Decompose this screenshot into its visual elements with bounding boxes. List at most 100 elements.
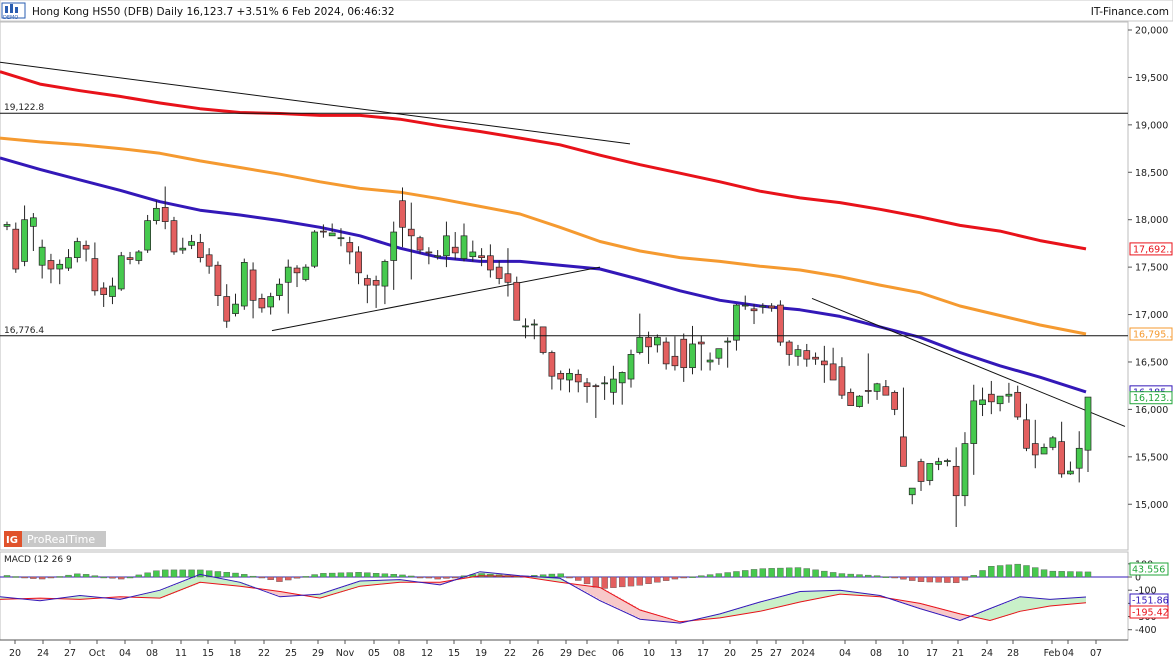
date-tick-label: 22 <box>504 648 516 659</box>
candle-body <box>443 235 450 257</box>
candle-body <box>1005 393 1013 397</box>
candle-body <box>21 219 28 262</box>
macd-cloud-slice <box>1080 597 1083 604</box>
macd-histogram-bar <box>30 576 37 579</box>
macd-cloud-slice <box>147 593 150 598</box>
candle-body <box>768 305 775 309</box>
macd-histogram-bar <box>320 573 327 578</box>
candle-body <box>47 260 55 270</box>
macd-histogram-bar <box>372 573 380 578</box>
macd-histogram-bar <box>548 573 556 578</box>
candle-body <box>750 308 758 312</box>
candle-body <box>926 463 934 481</box>
candle-body <box>56 263 64 270</box>
macd-histogram-bar <box>759 568 767 578</box>
date-tick-label: 07 <box>1090 648 1102 659</box>
macd-histogram-bar <box>944 576 951 583</box>
candle-body <box>777 304 784 343</box>
price-chart: DEMO Hong Kong HS50 (DFB) Daily 16,123.7… <box>0 0 1173 660</box>
date-tick-label: 15 <box>448 648 460 659</box>
date-tick-label: 05 <box>368 648 380 659</box>
macd-histogram-bar <box>276 576 283 582</box>
macd-cloud-slice <box>789 594 792 605</box>
candle-body <box>873 383 881 392</box>
macd-histogram-bar <box>408 575 415 578</box>
candle-body <box>320 230 327 233</box>
macd-histogram-bar <box>566 576 573 579</box>
date-tick-label: 27 <box>64 648 76 659</box>
date-tick-label: 04 <box>1062 648 1074 659</box>
candle-body <box>917 461 925 482</box>
macd-cloud-slice <box>1005 602 1008 616</box>
price-tick-label: 18,000 <box>1135 215 1168 226</box>
date-tick-label: 17 <box>697 648 709 659</box>
macd-histogram-bar <box>821 570 828 578</box>
macd-cloud-slice <box>1077 597 1080 604</box>
macd-cloud-slice <box>762 601 765 611</box>
candle-body <box>759 305 767 308</box>
macd-cloud-slice <box>798 592 801 603</box>
price-tick-label: 17,000 <box>1135 310 1168 321</box>
macd-histogram-bar <box>750 569 758 578</box>
candle-body <box>267 296 275 308</box>
macd-cloud-slice <box>792 593 795 604</box>
price-tick-label: 20,000 <box>1135 26 1168 37</box>
ig-mark: IG <box>6 535 18 546</box>
macd-cloud-slice <box>1038 598 1041 609</box>
macd-histogram-bar <box>390 574 397 578</box>
macd-histogram-bar <box>214 571 222 578</box>
macd-cloud-slice <box>813 591 816 600</box>
macd-cloud-slice <box>1017 597 1020 613</box>
macd-histogram-bar <box>715 573 723 578</box>
date-tick-label: 12 <box>421 648 433 659</box>
candle-body <box>355 251 362 274</box>
candle-body <box>715 348 723 359</box>
macd-histogram-bar <box>434 576 441 580</box>
candle-body <box>302 266 310 280</box>
macd-cloud-slice <box>1068 598 1071 605</box>
macd-tick-label: -400 <box>1135 625 1157 636</box>
date-tick-label: 22 <box>258 648 270 659</box>
macd-histogram-bar <box>118 576 125 580</box>
macd-cloud-slice <box>597 587 600 600</box>
last-value-label: 16,795... <box>1133 329 1173 340</box>
macd-histogram-bar <box>706 574 714 578</box>
macd-cloud-slice <box>1053 599 1056 606</box>
macd-histogram-bar <box>610 576 617 588</box>
date-tick-label: Dec <box>578 648 596 659</box>
macd-cloud-slice <box>744 606 747 614</box>
candle-body <box>908 487 916 496</box>
macd-histogram-bar <box>829 572 837 578</box>
candle-body <box>891 391 899 410</box>
macd-cloud-slice <box>735 609 738 616</box>
candle-body <box>654 336 661 346</box>
macd-histogram-bar <box>557 573 564 578</box>
candle-body <box>1023 419 1030 449</box>
date-tick-label: 24 <box>981 648 993 659</box>
candle-body <box>328 232 336 237</box>
candle-body <box>65 257 72 269</box>
macd-cloud-slice <box>1083 597 1086 603</box>
candle-body <box>363 278 371 286</box>
candle-body <box>539 326 547 353</box>
macd-histogram-bar <box>3 575 11 578</box>
candle-body <box>838 366 846 396</box>
date-tick-label: 21 <box>952 648 964 659</box>
macd-histogram-bar <box>285 576 292 581</box>
macd-histogram-bar <box>91 575 99 578</box>
candle-body <box>1058 441 1065 475</box>
macd-cloud-slice <box>150 592 153 598</box>
candle-body <box>829 363 837 381</box>
candle-body <box>1014 391 1022 418</box>
macd-cloud-slice <box>1071 598 1074 605</box>
candle-body <box>530 323 538 326</box>
candle-body <box>240 262 248 307</box>
candle-body <box>671 355 679 367</box>
macd-cloud-slice <box>783 595 786 606</box>
date-tick-label: 25 <box>751 648 763 659</box>
candle-body <box>223 296 231 322</box>
macd-histogram-bar <box>785 567 793 578</box>
macd-last-value-label: 43.556 <box>1132 565 1165 576</box>
macd-histogram-bar <box>109 576 116 579</box>
candle-body <box>144 220 151 251</box>
